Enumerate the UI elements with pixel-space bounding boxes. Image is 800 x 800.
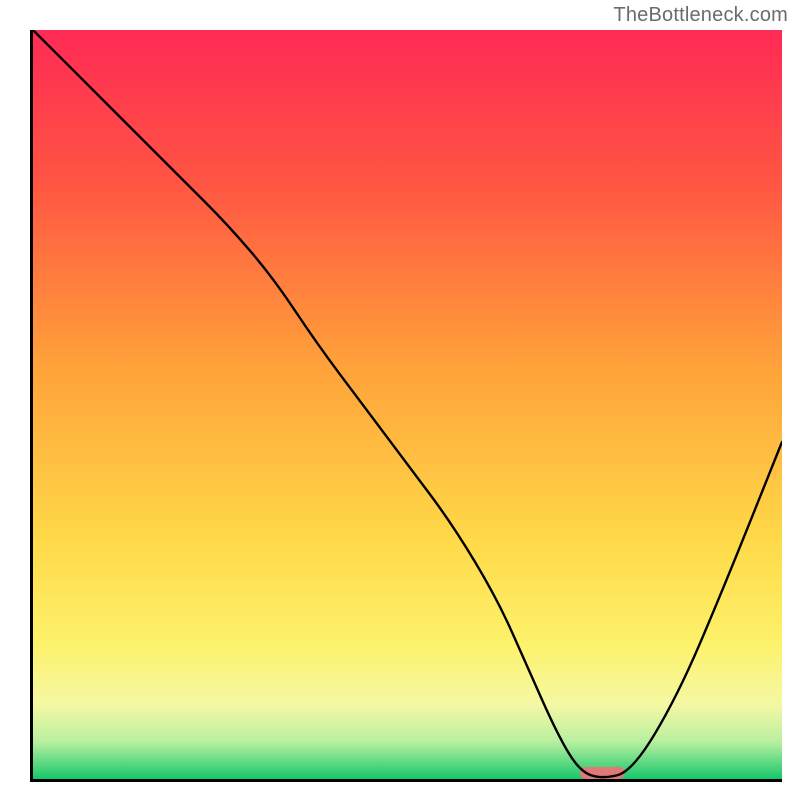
watermark-text: TheBottleneck.com	[613, 4, 788, 27]
bottleneck-chart	[33, 30, 782, 779]
